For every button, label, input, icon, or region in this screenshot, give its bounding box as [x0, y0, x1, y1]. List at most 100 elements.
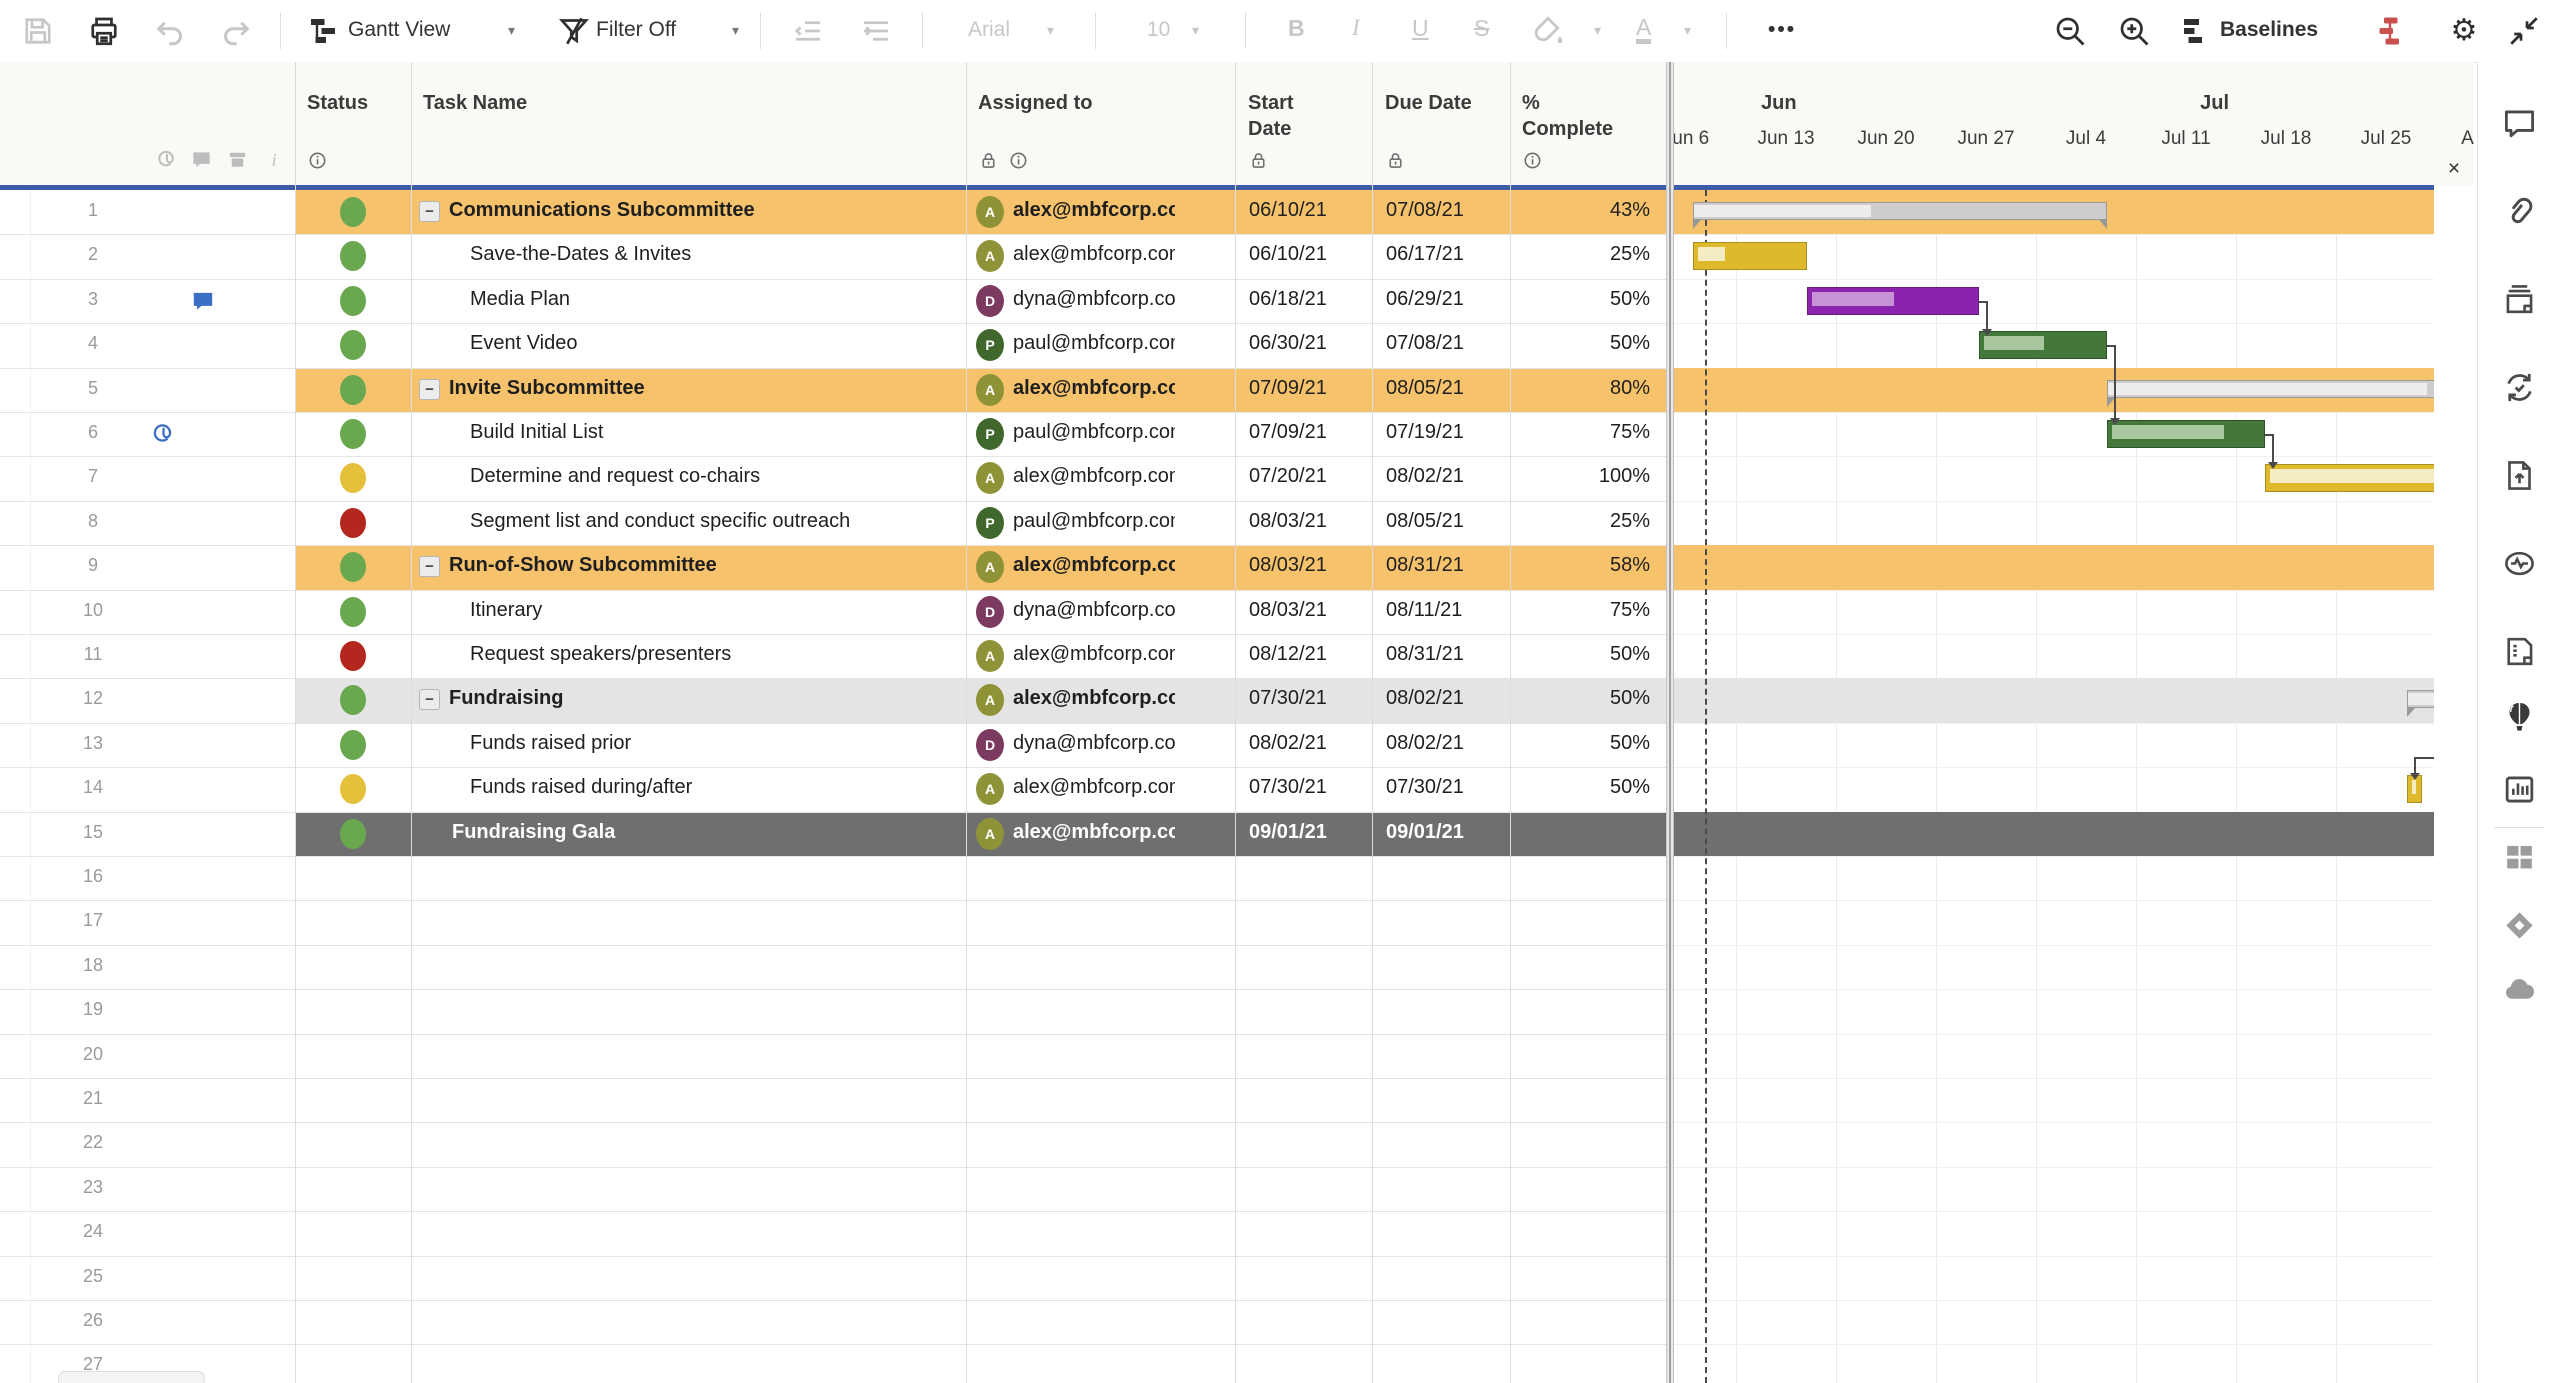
start-date-cell[interactable]: 08/03/21 [1249, 554, 1327, 577]
fill-color-icon[interactable] [1530, 13, 1566, 49]
zoom-out-icon[interactable] [2052, 13, 2088, 49]
start-date-cell[interactable]: 08/02/21 [1249, 732, 1327, 755]
column-header-task[interactable]: Task Name [423, 90, 527, 116]
status-dot-green[interactable] [340, 597, 366, 627]
indent-icon[interactable] [858, 13, 894, 49]
status-dot-green[interactable] [340, 819, 366, 849]
status-dot-yellow[interactable] [340, 463, 366, 493]
due-date-cell[interactable]: 09/01/21 [1386, 821, 1464, 844]
row-number[interactable]: 5 [58, 378, 128, 399]
percent-complete-cell[interactable]: 75% [1510, 599, 1650, 622]
percent-complete-cell[interactable]: 75% [1510, 421, 1650, 444]
row-number[interactable]: 25 [58, 1266, 128, 1287]
due-date-cell[interactable]: 08/11/21 [1386, 599, 1462, 622]
due-date-cell[interactable]: 07/30/21 [1386, 776, 1464, 799]
assigned-email-cell[interactable]: dyna@mbfcorp.com [1013, 288, 1175, 311]
diamond-app-icon[interactable] [2501, 907, 2538, 944]
task-name-cell[interactable]: Funds raised during/after [470, 776, 962, 799]
view-selector-caret-icon[interactable]: ▾ [508, 22, 515, 39]
row-number[interactable]: 3 [58, 289, 128, 310]
font-family-caret-icon[interactable]: ▾ [1047, 22, 1054, 39]
gantt-bar-row-7[interactable] [2265, 464, 2434, 492]
task-name-cell[interactable]: Run-of-Show Subcommittee [449, 554, 962, 577]
whats-new-balloon-icon[interactable] [2501, 699, 2538, 736]
collapse-toggle-icon[interactable]: − [419, 689, 440, 710]
gantt-bar-row-12[interactable] [2407, 690, 2434, 708]
task-name-cell[interactable]: Media Plan [470, 288, 962, 311]
dashboard-chart-icon[interactable] [2501, 771, 2538, 808]
status-dot-green[interactable] [340, 286, 366, 316]
percent-complete-cell[interactable]: 50% [1510, 687, 1650, 710]
assigned-email-cell[interactable]: alex@mbfcorp.com [1013, 199, 1175, 222]
filter-label[interactable]: Filter Off [596, 18, 676, 42]
gantt-view-icon[interactable] [305, 13, 341, 49]
task-name-cell[interactable]: Communications Subcommittee [449, 199, 962, 222]
assigned-email-cell[interactable]: alex@mbfcorp.com [1013, 554, 1175, 577]
percent-complete-cell[interactable]: 25% [1510, 510, 1650, 533]
start-date-cell[interactable]: 08/03/21 [1249, 599, 1327, 622]
font-family-select[interactable]: Arial [968, 18, 1010, 42]
task-name-cell[interactable]: Determine and request co-chairs [470, 465, 962, 488]
task-name-cell[interactable]: Funds raised prior [470, 732, 962, 755]
gantt-bar-row-1[interactable] [1693, 202, 2107, 220]
column-header-status[interactable]: Status [307, 90, 368, 116]
row-number[interactable]: 11 [58, 644, 128, 665]
underline-button[interactable]: U [1412, 15, 1429, 42]
start-date-cell[interactable]: 06/18/21 [1249, 288, 1327, 311]
gantt-close-icon[interactable]: × [2440, 155, 2468, 183]
baselines-icon[interactable] [2178, 13, 2214, 49]
status-dot-red[interactable] [340, 641, 366, 671]
attachment-icon[interactable] [150, 421, 176, 447]
task-name-cell[interactable]: Itinerary [470, 599, 962, 622]
status-dot-yellow[interactable] [340, 774, 366, 804]
row-number[interactable]: 13 [58, 733, 128, 754]
collapse-toolbar-icon[interactable] [2506, 13, 2542, 49]
publish-icon[interactable] [2501, 457, 2538, 494]
gantt-bar-row-2[interactable] [1693, 242, 1807, 270]
apps-grid-icon[interactable] [2501, 839, 2538, 876]
save-icon[interactable] [20, 13, 56, 49]
outdent-icon[interactable] [790, 13, 826, 49]
status-dot-green[interactable] [340, 730, 366, 760]
row-number[interactable]: 21 [58, 1088, 128, 1109]
font-color-button[interactable]: A [1636, 15, 1651, 44]
row-number[interactable]: 10 [58, 600, 128, 621]
status-dot-green[interactable] [340, 375, 366, 405]
font-color-caret-icon[interactable]: ▾ [1684, 22, 1691, 39]
assigned-email-cell[interactable]: paul@mbfcorp.com [1013, 332, 1175, 355]
percent-complete-cell[interactable]: 50% [1510, 643, 1650, 666]
redo-icon[interactable] [218, 13, 254, 49]
task-name-cell[interactable]: Fundraising [449, 687, 962, 710]
settings-gear-icon[interactable]: ⚙ [2446, 13, 2482, 49]
row-number[interactable]: 1 [58, 200, 128, 221]
due-date-cell[interactable]: 08/02/21 [1386, 687, 1464, 710]
row-number[interactable]: 22 [58, 1132, 128, 1153]
fill-color-caret-icon[interactable]: ▾ [1594, 22, 1601, 39]
column-header-pct[interactable]: % Complete [1522, 90, 1613, 142]
task-name-cell[interactable]: Save-the-Dates & Invites [470, 243, 962, 266]
start-date-cell[interactable]: 07/09/21 [1249, 377, 1327, 400]
due-date-cell[interactable]: 08/05/21 [1386, 377, 1464, 400]
row-number[interactable]: 6 [58, 422, 128, 443]
due-date-cell[interactable]: 08/05/21 [1386, 510, 1464, 533]
assigned-email-cell[interactable]: alex@mbfcorp.com [1013, 643, 1175, 666]
row-number[interactable]: 14 [58, 777, 128, 798]
gantt-bar-row-6[interactable] [2107, 420, 2264, 448]
sheet-summary-icon[interactable] [2501, 633, 2538, 670]
assigned-email-cell[interactable]: alex@mbfcorp.com [1013, 687, 1175, 710]
row-number[interactable]: 7 [58, 466, 128, 487]
percent-complete-cell[interactable]: 43% [1510, 199, 1650, 222]
row-number[interactable]: 20 [58, 1044, 128, 1065]
row-number[interactable]: 4 [58, 333, 128, 354]
comment-icon[interactable] [190, 288, 216, 314]
status-dot-green[interactable] [340, 552, 366, 582]
gantt-bar-row-3[interactable] [1807, 287, 1978, 315]
due-date-cell[interactable]: 08/31/21 [1386, 643, 1464, 666]
due-date-cell[interactable]: 08/31/21 [1386, 554, 1464, 577]
status-dot-green[interactable] [340, 419, 366, 449]
start-date-cell[interactable]: 07/09/21 [1249, 421, 1327, 444]
start-date-cell[interactable]: 07/20/21 [1249, 465, 1327, 488]
due-date-cell[interactable]: 07/08/21 [1386, 332, 1464, 355]
assigned-email-cell[interactable]: alex@mbfcorp.com [1013, 821, 1175, 844]
due-date-cell[interactable]: 08/02/21 [1386, 732, 1464, 755]
